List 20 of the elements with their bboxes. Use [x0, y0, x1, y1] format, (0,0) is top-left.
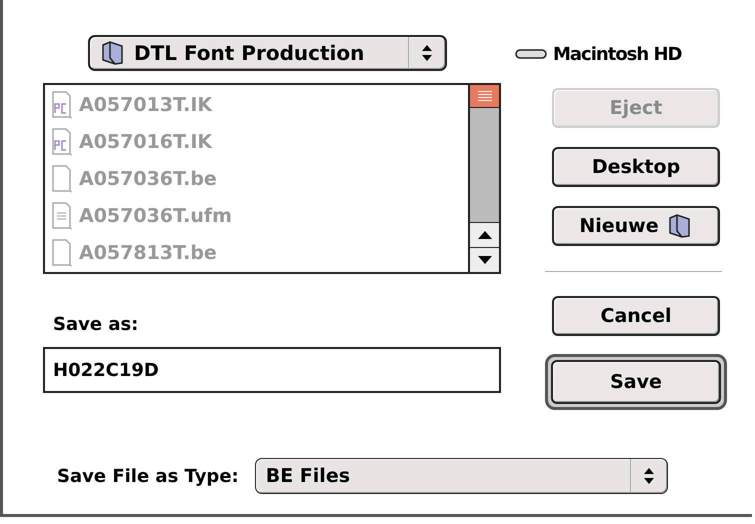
- file-name-field[interactable]: H022C19D: [43, 347, 501, 393]
- folder-popup[interactable]: DTL Font Production: [88, 35, 447, 71]
- file-icon: [51, 90, 73, 119]
- scrollbar[interactable]: [468, 85, 499, 272]
- file-icon: [51, 165, 73, 193]
- updown-arrows-icon: [642, 467, 655, 485]
- file-type-label: Save File as Type:: [57, 466, 239, 486]
- cancel-button[interactable]: Cancel: [552, 296, 720, 336]
- folder-icon: [666, 214, 693, 238]
- disk-name: Macintosh HD: [553, 44, 682, 64]
- folder-icon: [100, 41, 126, 65]
- save-button[interactable]: Save: [551, 360, 721, 404]
- file-icon: [51, 128, 73, 156]
- updown-arrows-icon: [421, 44, 433, 62]
- file-icon: [51, 239, 73, 268]
- file-type-popup[interactable]: BE Files: [254, 458, 668, 494]
- file-icon: [51, 202, 73, 230]
- save-as-label: Save as:: [53, 314, 140, 335]
- sidebar-button[interactable]: Desktop: [552, 147, 720, 187]
- new-folder-button[interactable]: Nieuwe: [552, 206, 720, 246]
